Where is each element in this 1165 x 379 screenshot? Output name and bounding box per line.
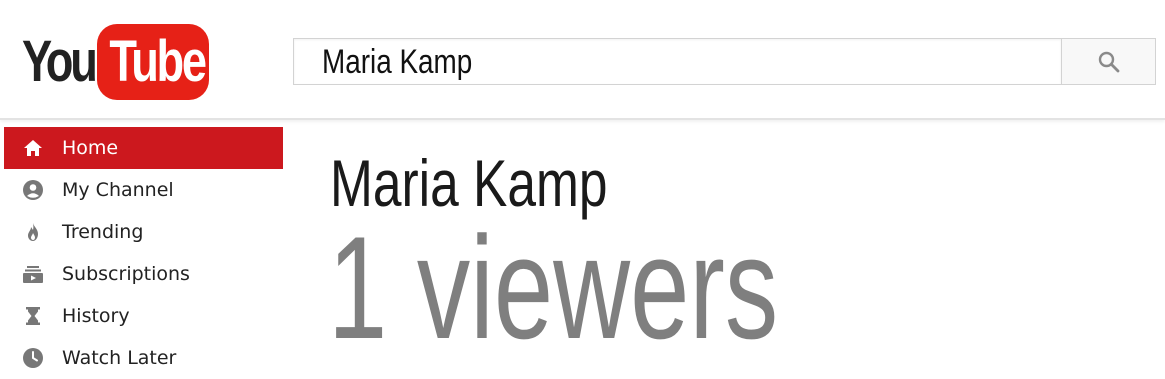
sidebar-item-label: Watch Later (62, 347, 177, 369)
sidebar-item-label: Home (62, 137, 119, 159)
flame-icon (28, 223, 38, 241)
sidebar-item-label: History (62, 305, 130, 327)
subscriptions-icon (23, 266, 43, 283)
search-input-value: Maria Kamp (322, 43, 473, 81)
youtube-logo[interactable]: You Tube (20, 22, 212, 102)
sidebar-item-watch-later[interactable]: Watch Later (0, 337, 283, 379)
clock-icon (23, 348, 43, 368)
logo-tube-text: Tube (109, 29, 207, 94)
sidebar-item-trending[interactable]: Trending (0, 211, 283, 253)
search-button[interactable] (1062, 38, 1156, 85)
top-header: You Tube Maria Kamp (0, 0, 1165, 120)
sidebar-item-home[interactable]: Home (4, 127, 283, 169)
sidebar-item-my-channel[interactable]: My Channel (0, 169, 283, 211)
hourglass-icon (26, 307, 40, 325)
sidebar-item-label: Trending (62, 221, 144, 243)
sidebar-nav: Home My Channel Trending Subscriptions H… (0, 127, 283, 379)
home-icon (24, 140, 42, 156)
logo-tube-box: Tube (97, 24, 209, 100)
sidebar-item-subscriptions[interactable]: Subscriptions (0, 253, 283, 295)
sidebar-item-label: My Channel (62, 179, 174, 201)
sidebar-item-history[interactable]: History (0, 295, 283, 337)
search-input[interactable]: Maria Kamp (293, 38, 1062, 85)
account-icon (23, 180, 43, 200)
logo-you-text: You (22, 29, 98, 94)
search-icon (1098, 51, 1120, 73)
sidebar-item-label: Subscriptions (62, 263, 190, 285)
viewers-count: 1 viewers (328, 206, 779, 369)
